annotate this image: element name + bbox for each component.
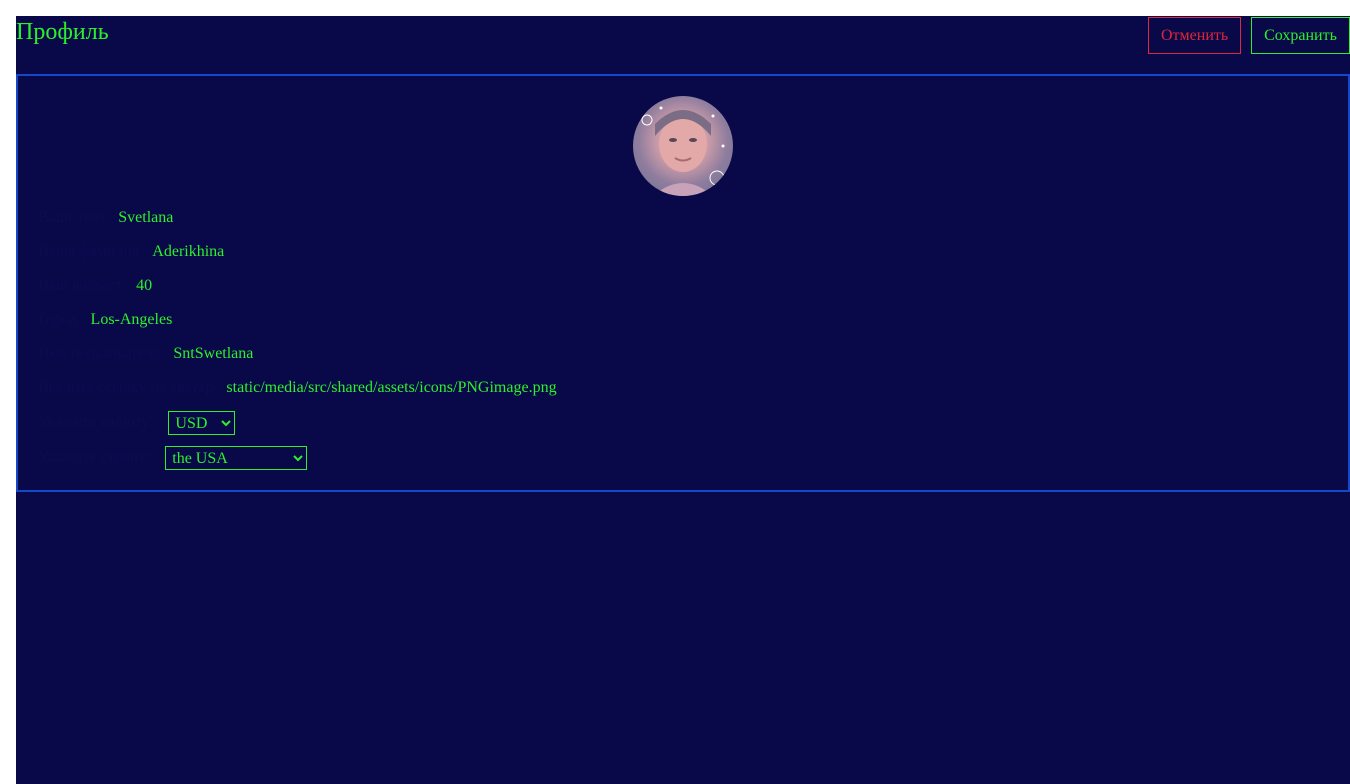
username-value[interactable]: SntSwetlana <box>173 345 253 362</box>
city-row: Город> Los-Angeles <box>38 310 172 330</box>
country-row: Укажите страну> the USA <box>38 446 308 470</box>
username-label: Имя пользователя> <box>38 345 170 362</box>
age-label: Ваш возраст> <box>38 277 133 294</box>
country-label: Укажите страну> <box>38 448 156 466</box>
first-name-value[interactable]: Svetlana <box>118 209 173 226</box>
cancel-button[interactable]: Отменить <box>1148 17 1241 54</box>
country-select[interactable]: the USA <box>165 446 308 470</box>
username-row: Имя пользователя> SntSwetlana <box>38 344 253 364</box>
first-name-row: Ваше имя> Svetlana <box>38 208 173 228</box>
currency-label: Укажите валюту> <box>38 413 159 431</box>
last-name-label: Ваша фамилия> <box>38 243 149 260</box>
save-button[interactable]: Сохранить <box>1251 17 1350 54</box>
age-row: Ваш возраст> 40 <box>38 276 152 296</box>
profile-card: Ваше имя> Svetlana Ваша фамилия> Aderikh… <box>16 74 1350 492</box>
avatar <box>633 96 733 196</box>
avatar-link-label: Введите ссылку на аватар> <box>38 379 223 396</box>
avatar-image <box>641 106 725 196</box>
avatar-link-row: Введите ссылку на аватар> static/media/s… <box>38 378 557 398</box>
city-value[interactable]: Los-Angeles <box>91 311 173 328</box>
page-title: Профиль <box>16 19 109 45</box>
last-name-value[interactable]: Aderikhina <box>152 243 224 260</box>
age-value[interactable]: 40 <box>136 277 152 294</box>
city-label: Город> <box>38 311 87 328</box>
first-name-label: Ваше имя> <box>38 209 115 226</box>
avatar-link-value[interactable]: static/media/src/shared/assets/icons/PNG… <box>226 379 556 396</box>
currency-select[interactable]: USD <box>168 411 236 435</box>
profile-page: Профиль Отменить Сохранить Ваше имя> Sve… <box>16 16 1350 784</box>
last-name-row: Ваша фамилия> Aderikhina <box>38 242 224 262</box>
currency-row: Укажите валюту> USD <box>38 411 236 435</box>
